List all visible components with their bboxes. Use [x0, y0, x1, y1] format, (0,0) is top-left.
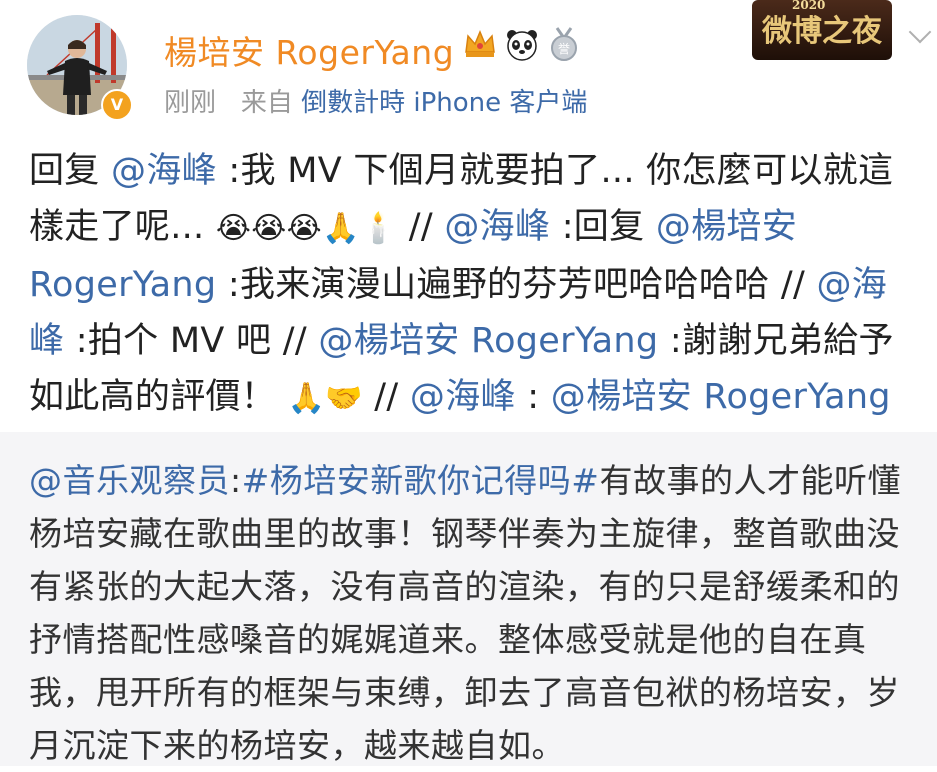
post-segment: 回复: [29, 151, 100, 191]
event-badge-label: 微博之夜: [762, 14, 882, 49]
mention-link[interactable]: @楊培安 RogerYang: [318, 321, 658, 361]
medal-icon[interactable]: 誉: [546, 26, 582, 62]
hashtag-link[interactable]: #杨培安新歌你记得吗#: [242, 461, 600, 500]
retweet-text: @音乐观察员:#杨培安新歌你记得吗#有故事的人才能听懂杨培安藏在歌曲里的故事！钢…: [29, 454, 929, 772]
verified-badge-icon: V: [101, 89, 133, 121]
post-segment: //: [374, 377, 399, 417]
post-segment: :: [527, 377, 540, 417]
mention-link[interactable]: @音乐观察员: [29, 461, 230, 500]
chevron-down-icon[interactable]: [908, 20, 932, 44]
source-link[interactable]: 倒數計時 iPhone 客户端: [301, 88, 587, 118]
quote-body: 有故事的人才能听懂杨培安藏在歌曲里的故事！钢琴伴奏为主旋律，整首歌曲没有紧张的大…: [29, 461, 901, 765]
mention-link[interactable]: @海峰: [410, 377, 516, 417]
post-meta: 刚刚 来自 倒數計時 iPhone 客户端: [164, 82, 587, 119]
post-segment: :我来演漫山遍野的芬芳吧哈哈哈哈 //: [227, 265, 806, 305]
post-segment: :回复: [561, 207, 656, 247]
mention-link[interactable]: @海峰: [444, 207, 550, 247]
post-segment: //: [408, 207, 433, 247]
emoji-group: 😭😭😭🙏🕯️: [215, 211, 398, 246]
user-badges: 誉: [462, 26, 582, 62]
crown-icon[interactable]: [462, 26, 498, 62]
post-header: V 楊培安 RogerYang 誉 刚刚 来自 倒數計時 iPhone 客户端 …: [0, 0, 937, 130]
post-time: 刚刚: [164, 88, 217, 118]
quote-colon: :: [230, 461, 242, 500]
username-link[interactable]: 楊培安 RogerYang: [164, 26, 454, 74]
from-prefix: 来自: [240, 88, 293, 118]
panda-icon[interactable]: [504, 26, 540, 62]
post-text: 回复 @海峰 :我 MV 下個月就要拍了... 你怎麼可以就這樣走了呢... 😭…: [29, 143, 919, 427]
mention-link[interactable]: @楊培安 RogerYang: [551, 377, 891, 417]
emoji-group: 🙏🤝: [287, 381, 363, 416]
event-badge[interactable]: 2020 微博之夜: [752, 0, 892, 60]
event-year: 2020: [792, 0, 826, 12]
post-segment: :拍个 MV 吧 //: [75, 321, 307, 361]
mention-link[interactable]: @海峰: [111, 151, 217, 191]
svg-text:誉: 誉: [558, 42, 570, 56]
